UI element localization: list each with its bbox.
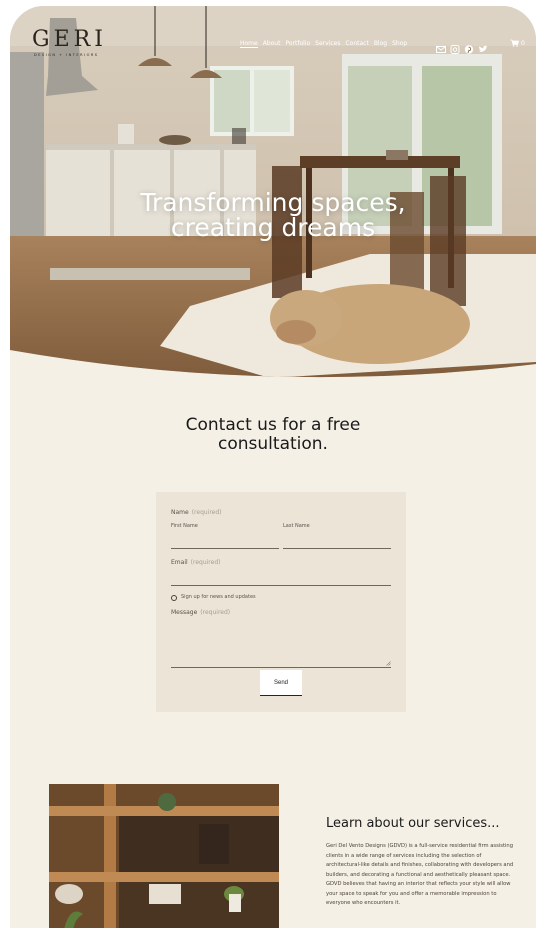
site-header: GERI DESIGN + INTERIORS Home About Portf…	[10, 6, 536, 86]
name-field-label: Name (required)	[171, 509, 222, 516]
email-required-note: (required)	[190, 559, 221, 566]
nav-item-portfolio[interactable]: Portfolio	[285, 40, 310, 48]
main-nav: Home About Portfolio Services Contact Bl…	[240, 40, 407, 48]
resize-handle-icon	[386, 661, 391, 666]
first-name-input[interactable]	[171, 548, 279, 549]
logo-tagline: DESIGN + INTERIORS	[34, 53, 99, 57]
nav-item-about[interactable]: About	[263, 40, 281, 48]
name-required-note: (required)	[191, 509, 222, 516]
nav-item-home[interactable]: Home	[240, 40, 258, 48]
social-links	[436, 39, 488, 54]
services-heading: Learn about our services...	[326, 816, 500, 831]
newsletter-checkbox[interactable]	[171, 595, 177, 601]
twitter-icon[interactable]	[478, 39, 488, 52]
nav-item-blog[interactable]: Blog	[374, 40, 387, 48]
message-required-note: (required)	[200, 609, 231, 616]
cart-count: 0	[521, 39, 525, 47]
contact-form: Name (required) First Name Last Name Emai…	[156, 492, 406, 712]
contact-heading-line-1: Contact us for a free	[185, 415, 361, 435]
cart-button[interactable]: 0	[510, 39, 525, 47]
nav-item-shop[interactable]: Shop	[392, 40, 407, 48]
message-field-label: Message (required)	[171, 609, 230, 616]
pinterest-icon[interactable]	[464, 39, 474, 54]
last-name-input[interactable]	[283, 548, 391, 549]
hero-title-line-1: Transforming spaces,	[140, 188, 406, 217]
contact-heading-line-2: consultation.	[218, 434, 328, 454]
logo-wordmark: GERI	[32, 27, 107, 52]
hero-title-line-2: creating dreams	[170, 213, 376, 242]
first-name-label: First Name	[171, 523, 198, 529]
last-name-label: Last Name	[283, 523, 310, 529]
name-label-text: Name	[171, 509, 189, 516]
email-field-label: Email (required)	[171, 559, 220, 566]
newsletter-label: Sign up for news and updates	[181, 594, 256, 600]
send-button[interactable]: Send	[260, 670, 302, 696]
services-shelf-photo	[49, 784, 279, 928]
cart-icon	[510, 39, 519, 47]
contact-heading: Contact us for a free consultation.	[10, 416, 536, 454]
site-frame: Transforming spaces, creating dreams GER…	[10, 6, 536, 928]
instagram-icon[interactable]	[450, 39, 460, 54]
nav-item-services[interactable]: Services	[315, 40, 340, 48]
hero-section: Transforming spaces, creating dreams GER…	[10, 6, 536, 386]
email-icon[interactable]	[436, 39, 446, 53]
nav-item-contact[interactable]: Contact	[345, 40, 368, 48]
hero-title: Transforming spaces, creating dreams	[10, 190, 536, 240]
message-label-text: Message	[171, 609, 198, 616]
message-textarea[interactable]	[171, 622, 391, 668]
site-logo[interactable]: GERI DESIGN + INTERIORS	[32, 27, 107, 58]
email-label-text: Email	[171, 559, 188, 566]
email-input[interactable]	[171, 585, 391, 586]
services-description: Geri Del Vento Designs (GDVD) is a full-…	[326, 843, 514, 906]
